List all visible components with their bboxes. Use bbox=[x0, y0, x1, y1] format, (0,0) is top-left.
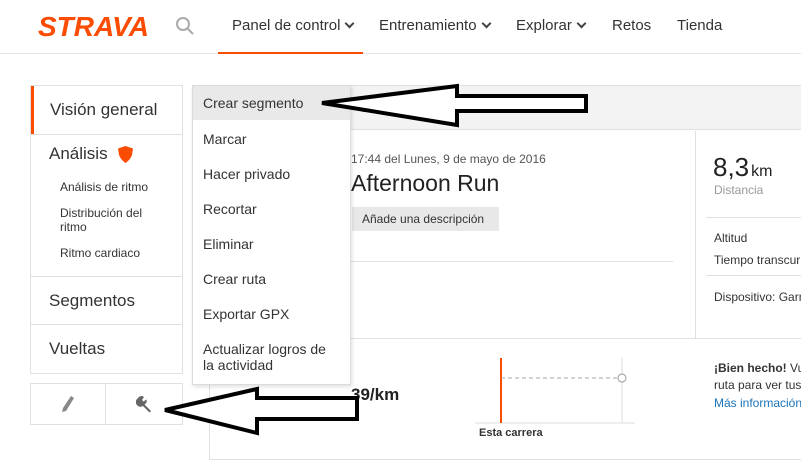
stat-altitude: Altitud bbox=[714, 231, 748, 245]
distance-label: Distancia bbox=[714, 183, 764, 197]
distance-number: 8,3 bbox=[713, 152, 750, 182]
chevron-down-icon bbox=[576, 18, 587, 29]
nav-label: Entrenamiento bbox=[379, 17, 477, 34]
menu-item-exportar-gpx[interactable]: Exportar GPX bbox=[193, 306, 350, 322]
strava-logo[interactable]: STRAVA bbox=[38, 11, 149, 43]
edit-button[interactable] bbox=[31, 384, 106, 424]
activity-date: 17:44 del Lunes, 9 de mayo de 2016 bbox=[351, 152, 546, 166]
divider bbox=[695, 131, 696, 338]
distance-unit: km bbox=[751, 163, 773, 180]
sidebar-item-label: Vueltas bbox=[49, 339, 106, 358]
distance-value: 8,3 km bbox=[713, 152, 772, 183]
sidebar-item-vision-general[interactable]: Visión general bbox=[31, 86, 182, 134]
sidebar-item-label: Visión general bbox=[50, 100, 158, 119]
search-icon[interactable] bbox=[175, 16, 195, 36]
activity-type-title: Carrera bbox=[358, 96, 420, 116]
divider bbox=[351, 261, 673, 262]
message-line-1: ¡Bien hecho! Vu bbox=[714, 361, 801, 375]
nav-retos[interactable]: Retos bbox=[612, 0, 651, 54]
nav-label: Retos bbox=[612, 17, 652, 34]
sidebar-item-analisis[interactable]: Análisis bbox=[31, 142, 182, 166]
nav-label: Explorar bbox=[516, 17, 572, 34]
activity-sidebar: Visión general Análisis Análisis de ritm… bbox=[30, 85, 183, 374]
sidebar-sub-analisis-ritmo[interactable]: Análisis de ritmo bbox=[60, 180, 180, 194]
sidebar-item-label: Segmentos bbox=[49, 291, 135, 310]
stat-device: Dispositivo: Garmin bbox=[714, 290, 801, 304]
activity-name[interactable]: Afternoon Run bbox=[351, 170, 499, 197]
nav-explorar[interactable]: Explorar bbox=[516, 0, 587, 54]
nav-label: Panel de control bbox=[232, 17, 341, 34]
message-line-2: ruta para ver tus bbox=[714, 378, 801, 392]
menu-item-marcar[interactable]: Marcar bbox=[193, 131, 350, 147]
divider bbox=[706, 275, 801, 276]
nav-tienda[interactable]: Tienda bbox=[677, 0, 722, 54]
menu-item-recortar[interactable]: Recortar bbox=[193, 201, 350, 217]
divider bbox=[706, 217, 801, 218]
message-rest: Vu bbox=[790, 361, 801, 375]
sidebar-sub-ritmo-cardiaco[interactable]: Ritmo cardiaco bbox=[60, 246, 180, 260]
sidebar-item-vueltas[interactable]: Vueltas bbox=[31, 325, 182, 373]
menu-item-actualizar-logros[interactable]: Actualizar logros de la actividad bbox=[193, 341, 333, 373]
chart-label: Esta carrera bbox=[479, 427, 543, 439]
nav-entrenamiento[interactable]: Entrenamiento bbox=[379, 0, 492, 54]
pace-value: 39/km bbox=[351, 385, 400, 404]
wrench-icon bbox=[135, 396, 151, 413]
add-description-button[interactable]: Añade una descripción bbox=[352, 207, 499, 231]
menu-item-eliminar[interactable]: Eliminar bbox=[193, 236, 350, 252]
menu-item-crear-ruta[interactable]: Crear ruta bbox=[193, 271, 350, 287]
pencil-icon bbox=[62, 396, 74, 412]
message-bold: ¡Bien hecho! bbox=[714, 361, 787, 375]
sidebar-sub-distribucion-ritmo[interactable]: Distribución del ritmo bbox=[60, 206, 160, 234]
chevron-down-icon bbox=[481, 18, 492, 29]
nav-label: Tienda bbox=[677, 17, 723, 34]
sidebar-item-label: Análisis bbox=[49, 144, 108, 163]
sidebar-item-segmentos[interactable]: Segmentos bbox=[31, 277, 182, 324]
nav-panel-de-control[interactable]: Panel de control bbox=[218, 0, 363, 54]
actions-button[interactable] bbox=[107, 384, 182, 424]
chart-end-point bbox=[617, 373, 627, 383]
divider bbox=[31, 134, 182, 135]
stat-elapsed-time: Tiempo transcurrido bbox=[714, 253, 801, 267]
chevron-down-icon bbox=[344, 18, 355, 29]
menu-item-hacer-privado[interactable]: Hacer privado bbox=[193, 166, 350, 182]
more-info-link[interactable]: Más información bbox=[714, 396, 801, 410]
top-navigation: STRAVA Panel de control Entrenamiento Ex… bbox=[0, 0, 801, 54]
actions-dropdown-menu: Crear segmento Marcar Hacer privado Reco… bbox=[192, 85, 351, 385]
menu-item-crear-segmento[interactable]: Crear segmento bbox=[193, 86, 350, 120]
activity-tools bbox=[30, 383, 183, 425]
shield-icon bbox=[118, 146, 134, 164]
